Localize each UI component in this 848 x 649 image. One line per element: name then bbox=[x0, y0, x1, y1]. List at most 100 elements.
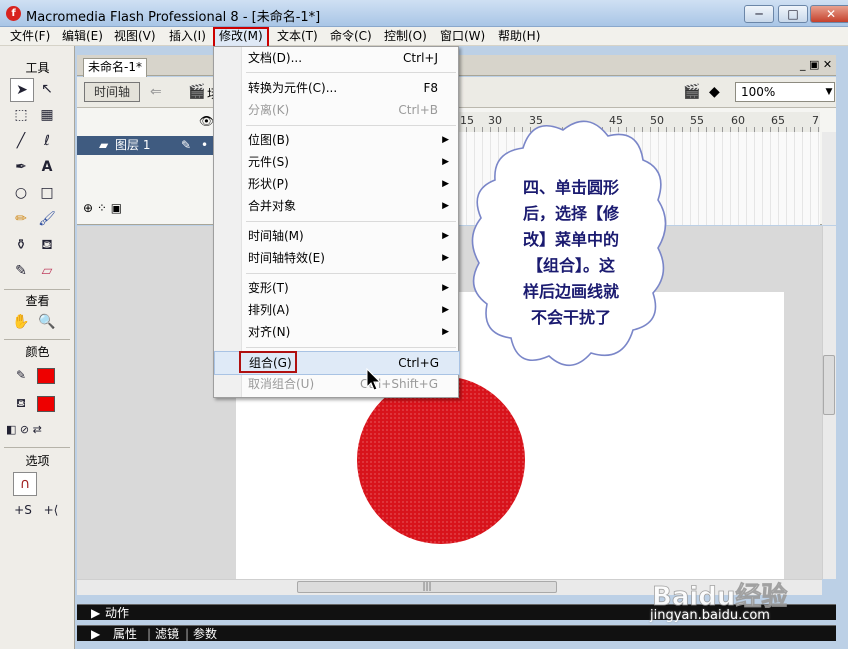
menu-item-timeline[interactable]: 时间轴(M) ▶ bbox=[214, 225, 458, 247]
menu-insert[interactable]: 插入(I) bbox=[165, 27, 210, 46]
triangle-icon: ▶ bbox=[91, 606, 101, 620]
pen-tool-icon[interactable]: ✒ bbox=[10, 156, 32, 178]
horizontal-scroll-thumb[interactable]: ||| bbox=[297, 581, 557, 593]
zoom-tool-icon[interactable]: 🔍 bbox=[36, 311, 58, 333]
view-section-title: 查看 bbox=[25, 294, 50, 308]
submenu-arrow-icon: ▶ bbox=[442, 283, 449, 293]
submenu-arrow-icon: ▶ bbox=[442, 327, 449, 337]
layer-buttons-icons[interactable]: ⊕ ⁘ ▣ bbox=[83, 201, 122, 215]
menu-separator bbox=[246, 347, 456, 348]
menu-item-break-apart: 分离(K) Ctrl+B bbox=[248, 103, 438, 117]
menu-help[interactable]: 帮助(H) bbox=[494, 27, 544, 46]
submenu-arrow-icon: ▶ bbox=[442, 179, 449, 189]
edit-scene-icon[interactable]: 🎬 bbox=[683, 84, 700, 100]
eraser-tool-icon[interactable]: ▱ bbox=[36, 260, 58, 282]
ink-bottle-tool-icon[interactable]: ⚱ bbox=[10, 234, 32, 256]
menu-text[interactable]: 文本(T) bbox=[273, 27, 322, 46]
submenu-arrow-icon: ▶ bbox=[442, 305, 449, 315]
tools-panel: 工具 ➤ ↖ ⬚ ▦ ╱ ℓ ✒ A ○ □ ✏ 🖌 ⚱ ⛾ ✎ ▱ 查看 ✋ … bbox=[0, 46, 75, 649]
menu-item-shape[interactable]: 形状(P) ▶ bbox=[214, 173, 458, 195]
tab-filters[interactable]: 滤镜 bbox=[155, 626, 179, 642]
pencil-icon: ✎ bbox=[181, 138, 192, 152]
panel-window-controls[interactable]: _ ▣ ✕ bbox=[800, 58, 832, 71]
menu-item-bitmap[interactable]: 位图(B) ▶ bbox=[214, 129, 458, 151]
window-title: Macromedia Flash Professional 8 - [未命名-1… bbox=[26, 10, 321, 25]
timeline-scrollbar[interactable] bbox=[822, 132, 836, 225]
eye-icon[interactable]: 👁 bbox=[199, 114, 214, 128]
lasso-tool-icon[interactable]: ℓ bbox=[36, 130, 58, 152]
tab-parameters[interactable]: 参数 bbox=[193, 626, 217, 642]
timeline-toggle-button[interactable]: 时间轴 bbox=[84, 82, 140, 102]
flash-app-icon: f bbox=[6, 6, 21, 21]
callout-line: 不会干扰了 bbox=[530, 308, 611, 327]
eyedropper-tool-icon[interactable]: ✎ bbox=[10, 260, 32, 282]
menu-commands[interactable]: 命令(C) bbox=[326, 27, 376, 46]
paint-bucket-tool-icon[interactable]: ⛾ bbox=[36, 234, 58, 256]
back-arrow-icon[interactable]: ⇐ bbox=[150, 84, 162, 100]
rectangle-tool-icon[interactable]: □ bbox=[36, 182, 58, 204]
menu-view[interactable]: 视图(V) bbox=[110, 27, 160, 46]
layer-row[interactable]: ▰ 图层 1 ✎ • bbox=[77, 136, 214, 155]
colors-section-title: 颜色 bbox=[25, 345, 50, 359]
vertical-scroll-thumb[interactable] bbox=[823, 355, 835, 415]
chevron-down-icon[interactable]: ▼ bbox=[823, 82, 835, 102]
menu-separator bbox=[246, 273, 456, 274]
menu-item-convert-to-symbol[interactable]: 转换为元件(C)... F8 bbox=[214, 77, 458, 99]
submenu-arrow-icon: ▶ bbox=[442, 135, 449, 145]
menu-item-document[interactable]: 文档(D)... Ctrl+J bbox=[214, 47, 458, 69]
tab-properties[interactable]: 属性 bbox=[113, 626, 137, 642]
menu-file[interactable]: 文件(F) bbox=[6, 27, 54, 46]
hand-tool-icon[interactable]: ✋ bbox=[10, 311, 32, 333]
tools-divider bbox=[4, 339, 70, 340]
submenu-arrow-icon: ▶ bbox=[442, 157, 449, 167]
stroke-color-icon[interactable]: ✎ bbox=[10, 364, 32, 386]
menu-edit[interactable]: 编辑(E) bbox=[58, 27, 107, 46]
maximize-button[interactable]: □ bbox=[778, 5, 808, 23]
submenu-arrow-icon: ▶ bbox=[442, 201, 449, 211]
menu-bar: 文件(F) 编辑(E) 视图(V) 插入(I) 修改(M) 文本(T) 命令(C… bbox=[0, 27, 848, 50]
edit-symbols-icon[interactable]: ◆ bbox=[709, 84, 720, 100]
red-circle-shape[interactable] bbox=[357, 376, 525, 544]
straighten-icon[interactable]: +⟨ bbox=[38, 499, 64, 521]
line-tool-icon[interactable]: ╱ bbox=[10, 130, 32, 152]
tools-divider bbox=[4, 289, 70, 290]
menu-window[interactable]: 窗口(W) bbox=[436, 27, 489, 46]
snap-to-objects-icon[interactable]: ∩ bbox=[13, 472, 37, 496]
free-transform-tool-icon[interactable]: ⬚ bbox=[10, 104, 32, 126]
layer-icon: ▰ bbox=[99, 138, 109, 152]
fill-transform-tool-icon[interactable]: ▦ bbox=[36, 104, 58, 126]
tools-title: 工具 bbox=[25, 61, 50, 75]
subselection-tool-icon[interactable]: ↖ bbox=[36, 78, 58, 100]
stroke-color-swatch[interactable] bbox=[37, 368, 55, 384]
pencil-tool-icon[interactable]: ✏ bbox=[10, 208, 32, 230]
menu-separator bbox=[246, 125, 456, 126]
smooth-icon[interactable]: +S bbox=[10, 499, 36, 521]
selection-tool-icon[interactable]: ➤ bbox=[10, 78, 34, 102]
tools-divider bbox=[4, 447, 70, 448]
menu-item-symbol[interactable]: 元件(S) ▶ bbox=[214, 151, 458, 173]
ruler-label: 7 bbox=[812, 114, 819, 127]
brush-tool-icon[interactable]: 🖌 bbox=[36, 208, 58, 230]
menu-separator bbox=[246, 72, 456, 73]
menu-item-timeline-effects[interactable]: 时间轴特效(E) ▶ bbox=[214, 247, 458, 269]
oval-tool-icon[interactable]: ○ bbox=[10, 182, 32, 204]
callout-text: 四、单击圆形 后，选择【修 改】菜单中的 【组合】。这 样后边画线就 不会干扰了 bbox=[496, 175, 646, 331]
menu-control[interactable]: 控制(O) bbox=[380, 27, 431, 46]
document-tab[interactable]: 未命名-1* bbox=[83, 58, 147, 77]
group-highlight-box bbox=[239, 351, 297, 373]
text-tool-icon[interactable]: A bbox=[36, 156, 58, 178]
color-options-icons[interactable]: ◧ ⊘ ⇄ bbox=[6, 419, 72, 441]
fill-color-icon[interactable]: ⛾ bbox=[10, 392, 32, 414]
minimize-button[interactable]: ─ bbox=[744, 5, 774, 23]
fill-color-swatch[interactable] bbox=[37, 396, 55, 412]
close-button[interactable]: ✕ bbox=[810, 5, 848, 23]
zoom-select[interactable]: 100% bbox=[735, 82, 835, 102]
triangle-icon: ▶ bbox=[91, 627, 101, 641]
menu-item-combine-objects[interactable]: 合并对象 ▶ bbox=[214, 195, 458, 217]
ruler-label: 55 bbox=[690, 114, 704, 127]
scene-clapper-icon: 🎬 bbox=[188, 84, 206, 100]
mouse-cursor-icon bbox=[366, 368, 382, 391]
menu-item-align[interactable]: 对齐(N) ▶ bbox=[214, 321, 458, 343]
menu-item-transform[interactable]: 变形(T) ▶ bbox=[214, 277, 458, 299]
menu-item-arrange[interactable]: 排列(A) ▶ bbox=[214, 299, 458, 321]
